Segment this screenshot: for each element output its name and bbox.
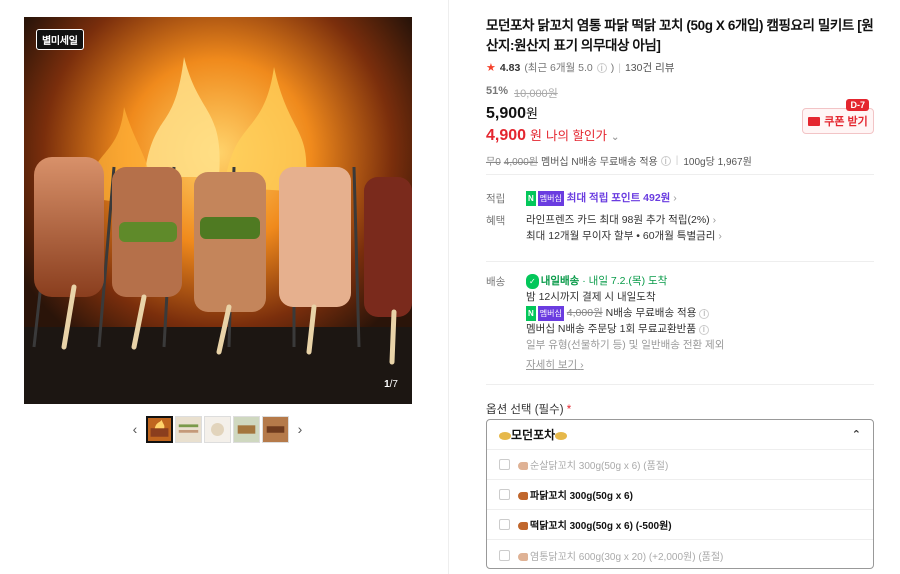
info-icon[interactable]: i	[596, 62, 607, 73]
product-info-panel: 모던포차 닭꼬치 염통 파닭 떡닭 꼬치 (50g X 6개입) 캠핑요리 밀키…	[486, 16, 876, 569]
option-checkbox[interactable]	[499, 459, 510, 470]
chevron-up-icon: ⌃	[851, 429, 861, 441]
pan-icon	[555, 431, 568, 440]
image-counter: 1/7	[384, 379, 398, 390]
naverpay-membership-badge: N 멤버십	[526, 191, 564, 206]
column-divider	[448, 0, 449, 574]
drumstick-icon	[518, 462, 528, 471]
option-checkbox[interactable]	[499, 549, 510, 561]
review-count-link[interactable]: 130건 리뷰	[625, 60, 674, 75]
drumstick-icon	[518, 552, 528, 561]
tomorrow-delivery-tag: ✓ 내일배송	[526, 274, 579, 289]
option-item[interactable]: 떡닭꼬치 300g(50g x 6) (-500원)	[487, 510, 873, 540]
more-details-link[interactable]: 자세히 보기 ›	[526, 358, 724, 373]
option-checkbox[interactable]	[499, 519, 510, 530]
rating-sub: (최근 6개월 5.0	[524, 62, 593, 74]
dday-badge: D-7	[846, 99, 869, 111]
coupon-button[interactable]: D-7 쿠폰 받기	[802, 99, 874, 134]
original-price: 10,000원	[514, 88, 558, 100]
pan-icon	[499, 431, 511, 440]
shipping-summary: 무0 4,000원 멤버십 N배송 무료배송 적용 i | 100g당 1,96…	[486, 155, 752, 168]
divider	[486, 261, 874, 262]
thumbnail-2[interactable]	[175, 415, 202, 443]
coupon-icon	[808, 116, 821, 126]
option-select: 모던포차 ⌃ 순살닭꼬치 300g(50g x 6) (품절) 파닭꼬치 300…	[486, 419, 874, 569]
option-title: 옵션 선택 (필수) *	[486, 404, 572, 416]
option-item[interactable]: 염통닭꼬치 600g(30g x 20) (+2,000원) (품절)	[487, 540, 873, 568]
info-icon[interactable]: i	[699, 308, 710, 319]
option-dropdown-header[interactable]: 모던포차 ⌃	[487, 420, 873, 450]
thumb-prev-button[interactable]: ‹	[126, 415, 144, 443]
rating-score: 4.83	[499, 61, 521, 74]
drumstick-icon	[518, 492, 528, 501]
star-icon: ★	[486, 62, 496, 74]
rating-row: ★ 4.83 (최근 6개월 5.0 i) | 130건 리뷰	[486, 60, 675, 75]
divider	[486, 174, 874, 175]
points-row[interactable]: 적립 N 멤버십 최대 적립 포인트 492원 ›	[486, 191, 677, 206]
product-title: 모던포차 닭꼬치 염통 파닭 떡닭 꼬치 (50g X 6개입) 캠핑요리 밀키…	[486, 18, 874, 53]
info-icon[interactable]: i	[698, 324, 709, 335]
option-item[interactable]: 파닭꼬치 300g(50g x 6)	[487, 480, 873, 510]
sale-badge: 별미세일	[36, 29, 84, 50]
discount-row: 51% 10,000원	[486, 85, 876, 101]
product-main-image[interactable]: 별미세일 1/7	[24, 17, 412, 404]
chevron-down-icon: ⌄	[611, 132, 620, 143]
grill-photo	[24, 17, 412, 404]
option-checkbox[interactable]	[499, 489, 510, 500]
thumb-next-button[interactable]: ›	[291, 415, 309, 443]
thumbnail-4[interactable]	[233, 415, 260, 443]
thumbnail-5[interactable]	[262, 415, 289, 443]
delivery-row: 배송 ✓ 내일배송 · 내일 7.2.(목) 도착 밤 12시까지 결제 시 내일…	[486, 274, 725, 373]
drumstick-icon	[518, 522, 528, 531]
my-price-label: 나의 할인가	[546, 129, 607, 143]
option-item[interactable]: 순살닭꼬치 300g(50g x 6) (품절)	[487, 450, 873, 480]
thumbnail-1[interactable]	[146, 415, 173, 443]
discount-percent: 51%	[486, 85, 509, 97]
thumbnail-strip: ‹ ›	[126, 414, 309, 444]
info-icon[interactable]: i	[660, 155, 671, 166]
thumbnail-3[interactable]	[204, 415, 231, 443]
card-benefits-row[interactable]: 혜택 라인프렌즈 카드 최대 98원 추가 적립(2%) › 최대 12개월 무…	[486, 213, 722, 244]
divider	[486, 384, 874, 385]
